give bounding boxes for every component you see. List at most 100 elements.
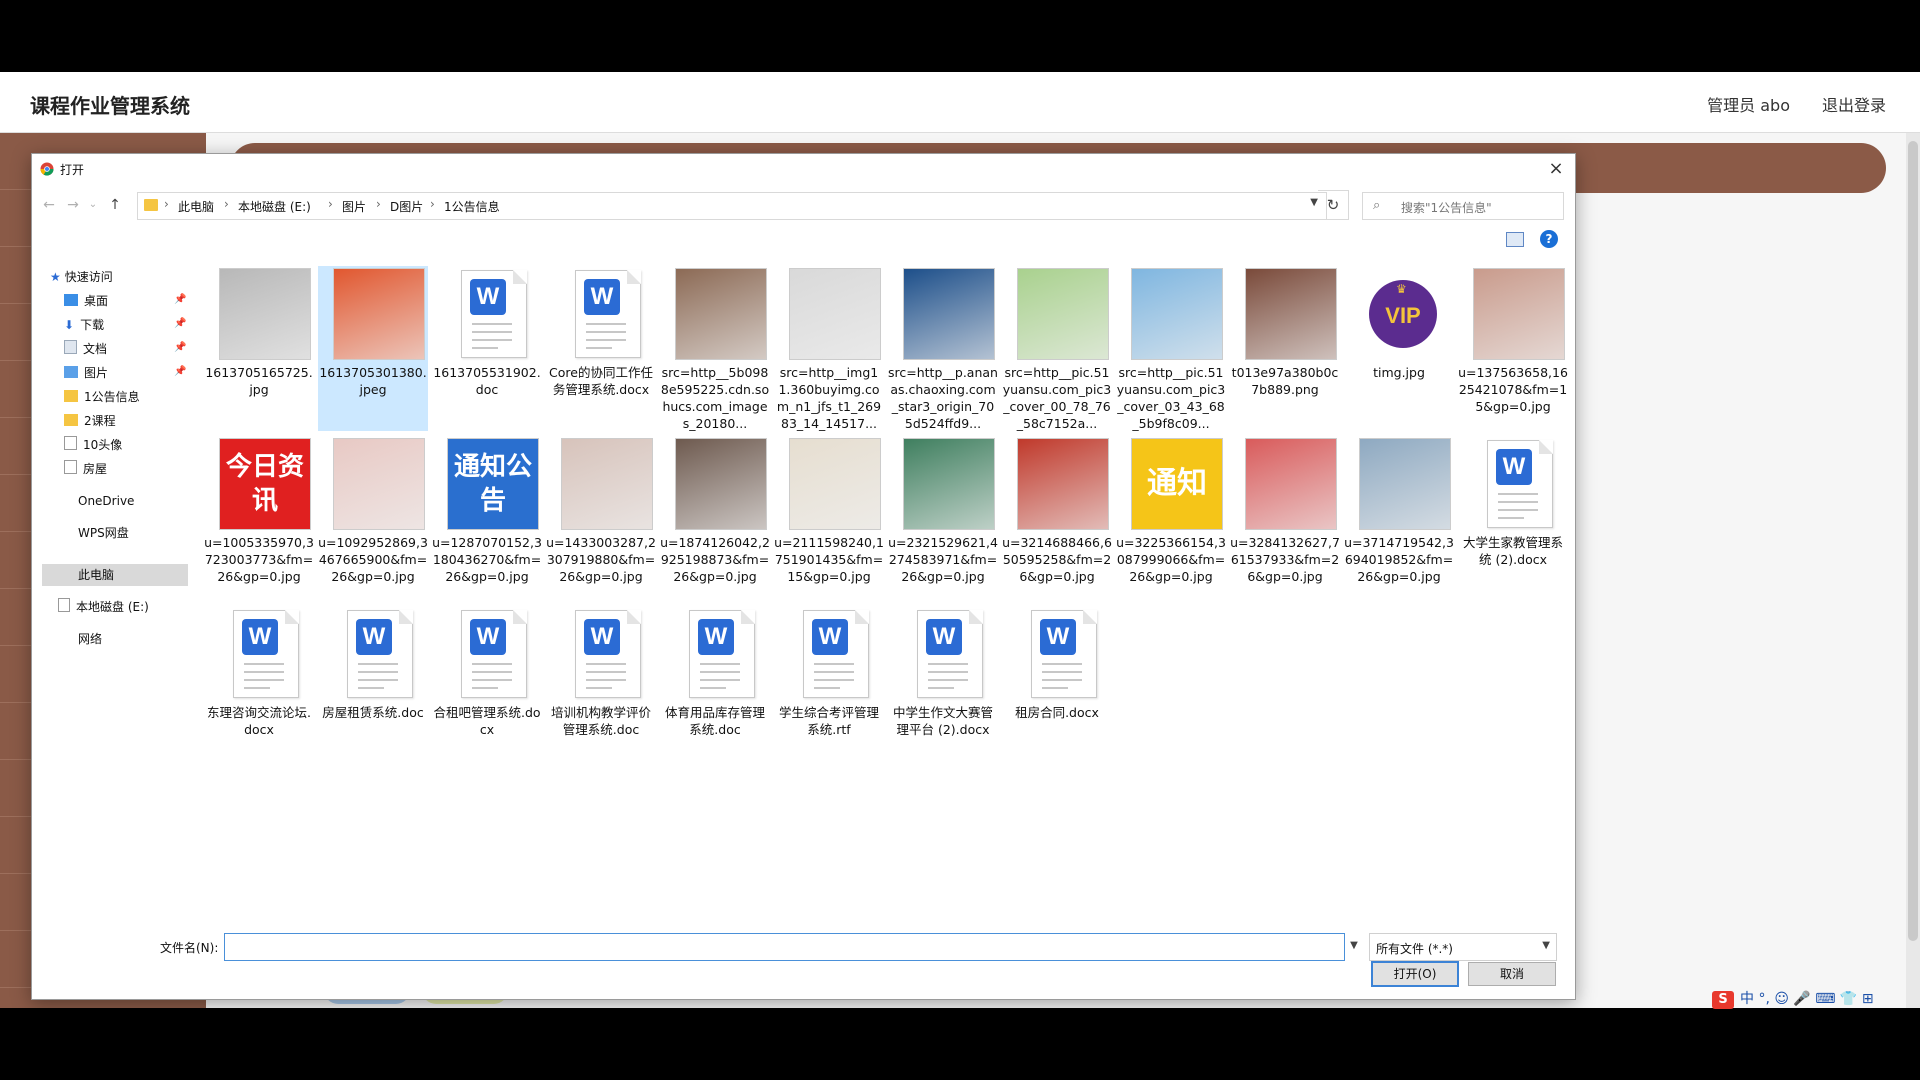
file-item[interactable]: u=3284132627,761537933&fm=26&gp=0.jpg: [1230, 436, 1340, 601]
file-item[interactable]: W 培训机构教学评价管理系统.doc: [546, 606, 656, 771]
file-item[interactable]: u=1092952869,3467665900&fm=26&gp=0.jpg: [318, 436, 428, 601]
nav-this-pc[interactable]: 此电脑: [78, 564, 114, 586]
image-thumbnail: [333, 438, 425, 530]
nav-item-folder-2[interactable]: 2课程: [64, 410, 116, 432]
file-item[interactable]: W 1613705531902.doc: [432, 266, 542, 431]
open-file-dialog: 打开 × ← → ⌄ ↑ › 此电脑 › 本地磁盘 (E:) › 图片 › D图…: [31, 153, 1576, 1000]
file-name: u=137563658,1625421078&fm=15&gp=0.jpg: [1458, 365, 1568, 414]
nav-label: 本地磁盘 (E:): [76, 600, 149, 614]
ime-toolbar[interactable]: S 中 °, ☺ 🎤 ⌨ 👕 ⊞: [1712, 988, 1920, 1009]
navigation-pane: ★ 快速访问 桌面 📌 ⬇ 下载 📌 文档 📌 图片 📌 1公告信息 2课程 10头…: [32, 262, 190, 902]
file-item[interactable]: 通知公告 u=1287070152,3180436270&fm=26&gp=0.j…: [432, 436, 542, 601]
word-document-icon: W: [219, 608, 311, 700]
file-name: src=http__5b0988e595225.cdn.sohucs.com_i…: [660, 365, 770, 431]
file-item[interactable]: 1613705165725.jpg: [204, 266, 314, 431]
nav-onedrive[interactable]: OneDrive: [78, 490, 134, 512]
word-document-icon: W: [1017, 608, 1109, 700]
breadcrumb-d-pictures[interactable]: D图片: [390, 198, 423, 215]
drive-icon: [58, 598, 70, 612]
file-item[interactable]: src=http__img11.360buyimg.com_n1_jfs_t1_…: [774, 266, 884, 431]
file-item[interactable]: u=2321529621,4274583971&fm=26&gp=0.jpg: [888, 436, 998, 601]
file-item[interactable]: W Core的协同工作任务管理系统.docx: [546, 266, 656, 431]
chrome-icon: [40, 162, 54, 176]
nav-label: 2课程: [84, 414, 116, 428]
file-item[interactable]: src=http__5b0988e595225.cdn.sohucs.com_i…: [660, 266, 770, 431]
view-toolbar: ?: [32, 226, 1575, 254]
file-item[interactable]: u=1433003287,2307919880&fm=26&gp=0.jpg: [546, 436, 656, 601]
chevron-down-icon[interactable]: ▼: [1346, 933, 1362, 959]
file-item[interactable]: src=http__pic.51yuansu.com_pic3_cover_03…: [1116, 266, 1226, 431]
back-arrow-icon[interactable]: ←: [40, 195, 58, 215]
pin-icon: 📌: [174, 294, 187, 305]
cancel-button[interactable]: 取消: [1468, 962, 1556, 986]
nav-item-folder-4[interactable]: 房屋: [64, 458, 107, 480]
file-item[interactable]: u=1874126042,2925198873&fm=26&gp=0.jpg: [660, 436, 770, 601]
file-name: 合租吧管理系统.docx: [433, 705, 541, 737]
close-icon[interactable]: ×: [1543, 156, 1569, 182]
image-thumbnail: [219, 268, 311, 360]
breadcrumb-this-pc[interactable]: 此电脑: [178, 198, 214, 215]
file-item[interactable]: t013e97a380b0c7b889.png: [1230, 266, 1340, 431]
nav-label: 快速访问: [64, 270, 113, 284]
breadcrumb-local-disk[interactable]: 本地磁盘 (E:): [238, 198, 311, 215]
logout-link[interactable]: 退出登录: [1822, 92, 1886, 116]
filetype-select[interactable]: 所有文件 (*.*) ▼: [1369, 933, 1557, 961]
search-input[interactable]: ⌕ 搜索"1公告信息": [1362, 192, 1564, 220]
file-item[interactable]: 今日资讯 u=1005335970,3723003773&fm=26&gp=0.j…: [204, 436, 314, 601]
file-item[interactable]: W 租房合同.docx: [1002, 606, 1112, 771]
up-arrow-icon[interactable]: ↑: [106, 195, 124, 215]
file-item[interactable]: src=http__pic.51yuansu.com_pic3_cover_00…: [1002, 266, 1112, 431]
nav-quick-access[interactable]: ★ 快速访问: [50, 266, 113, 288]
refresh-icon[interactable]: ↻: [1318, 190, 1349, 220]
dialog-titlebar[interactable]: 打开 ×: [32, 154, 1575, 184]
file-name: u=2111598240,1751901435&fm=15&gp=0.jpg: [774, 535, 884, 584]
file-item[interactable]: src=http__p.ananas.chaoxing.com_star3_or…: [888, 266, 998, 431]
file-item[interactable]: u=3714719542,3694019852&fm=26&gp=0.jpg: [1344, 436, 1454, 601]
file-item[interactable]: W 体育用品库存管理系统.doc: [660, 606, 770, 771]
nav-item-downloads[interactable]: ⬇ 下载: [64, 314, 104, 336]
image-thumbnail: [789, 268, 881, 360]
file-item[interactable]: W 东理咨询交流论坛.docx: [204, 606, 314, 771]
file-item[interactable]: 通知 u=3225366154,3087999066&fm=26&gp=0.jpg: [1116, 436, 1226, 601]
breadcrumb-separator: ›: [224, 197, 229, 211]
file-item[interactable]: u=3214688466,650595258&fm=26&gp=0.jpg: [1002, 436, 1112, 601]
recent-locations-icon[interactable]: ⌄: [84, 195, 102, 215]
nav-item-pictures[interactable]: 图片: [64, 362, 108, 384]
image-thumbnail: [1017, 438, 1109, 530]
file-item[interactable]: W 合租吧管理系统.docx: [432, 606, 542, 771]
file-item[interactable]: W 学生综合考评管理系统.rtf: [774, 606, 884, 771]
open-button[interactable]: 打开(O): [1371, 961, 1459, 987]
documents-icon: [64, 340, 77, 354]
filename-input[interactable]: [224, 933, 1345, 961]
app-header: 课程作业管理系统 管理员 abo 退出登录: [0, 72, 1920, 133]
file-item[interactable]: 1613705301380.jpeg: [318, 266, 428, 431]
file-item[interactable]: u=2111598240,1751901435&fm=15&gp=0.jpg: [774, 436, 884, 601]
chevron-down-icon[interactable]: ▼: [1310, 197, 1318, 208]
nav-item-folder-3[interactable]: 10头像: [64, 434, 122, 456]
nav-item-folder-1[interactable]: 1公告信息: [64, 386, 140, 408]
file-item[interactable]: u=137563658,1625421078&fm=15&gp=0.jpg: [1458, 266, 1568, 431]
file-item[interactable]: W 房屋租赁系统.doc: [318, 606, 428, 771]
breadcrumb-current-folder[interactable]: 1公告信息: [444, 198, 500, 215]
folder-icon: [64, 390, 78, 402]
forward-arrow-icon[interactable]: →: [64, 195, 82, 215]
word-document-icon: W: [561, 608, 653, 700]
nav-item-documents[interactable]: 文档: [64, 338, 107, 360]
preview-pane-icon[interactable]: [1506, 232, 1524, 247]
nav-item-desktop[interactable]: 桌面: [64, 290, 108, 312]
page-scrollbar[interactable]: [1906, 133, 1920, 1008]
file-item[interactable]: VIP ♛ timg.jpg: [1344, 266, 1454, 431]
nav-wps[interactable]: WPS网盘: [78, 522, 129, 544]
download-icon: ⬇: [64, 318, 75, 332]
image-thumbnail: 通知公告: [447, 438, 539, 530]
help-icon[interactable]: ?: [1540, 230, 1558, 248]
file-name: u=3225366154,3087999066&fm=26&gp=0.jpg: [1116, 535, 1226, 584]
address-bar[interactable]: › 此电脑 › 本地磁盘 (E:) › 图片 › D图片 › 1公告信息 ▼: [137, 192, 1327, 220]
file-item[interactable]: W 大学生家教管理系统 (2).docx: [1458, 436, 1568, 601]
scroll-thumb[interactable]: [1908, 141, 1918, 941]
breadcrumb-pictures[interactable]: 图片: [342, 198, 366, 215]
file-item[interactable]: W 中学生作文大赛管理平台 (2).docx: [888, 606, 998, 771]
nav-network[interactable]: 网络: [78, 628, 102, 650]
nav-local-disk[interactable]: 本地磁盘 (E:): [58, 596, 149, 618]
pin-icon: 📌: [174, 342, 187, 353]
